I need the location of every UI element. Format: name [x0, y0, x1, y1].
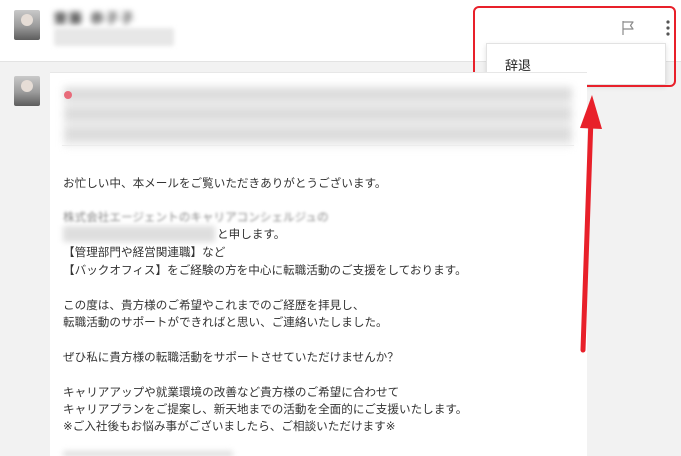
- message-line: と申します。: [217, 227, 286, 241]
- message-line: キャリアアップや就業環境の改善など貴方様のご希望に合わせて: [63, 385, 400, 399]
- subject-marker: [64, 91, 72, 99]
- flag-icon: [622, 21, 634, 35]
- subject-redacted: [64, 87, 572, 147]
- message-line: ※ご入社後もお悩み事がございましたら、ご相談いただけます※: [63, 419, 396, 433]
- sender-avatar: [14, 10, 40, 40]
- more-vertical-icon: [666, 20, 670, 36]
- message-line: 転職活動のサポートができればと思い、ご連絡いたしました。: [63, 315, 388, 329]
- more-options-button[interactable]: [658, 16, 678, 40]
- message-line: この度は、貴方様のご希望やこれまでのご経歴を拝見し、: [63, 298, 365, 312]
- divider: [62, 145, 574, 146]
- flag-button[interactable]: [618, 18, 638, 38]
- message-line: 【バックオフィス】をご経験の方を中心に転職活動のご支援をしております。: [63, 263, 467, 277]
- sender-name: 齋藤 恭子子: [54, 12, 136, 27]
- message-line: 【管理部門や経営関連職】など: [63, 245, 226, 259]
- message-line: お忙しい中、本メールをご覧いただきありがとうございます。: [63, 176, 387, 190]
- name-redacted: [63, 226, 215, 242]
- sender-detail-redacted: [54, 28, 174, 46]
- message-line: キャリアプランをご提案し、新天地までの活動を全面的にご支援いたします。: [63, 402, 468, 416]
- message-card: お忙しい中、本メールをご覧いただきありがとうございます。 株式会社エージェントの…: [50, 72, 587, 456]
- message-author-avatar: [14, 76, 40, 106]
- message-line: 株式会社エージェントのキャリアコンシェルジュの: [63, 210, 329, 224]
- text-redacted: [63, 451, 233, 456]
- message-line: ぜひ私に貴方様の転職活動をサポートさせていただけませんか？: [63, 350, 399, 364]
